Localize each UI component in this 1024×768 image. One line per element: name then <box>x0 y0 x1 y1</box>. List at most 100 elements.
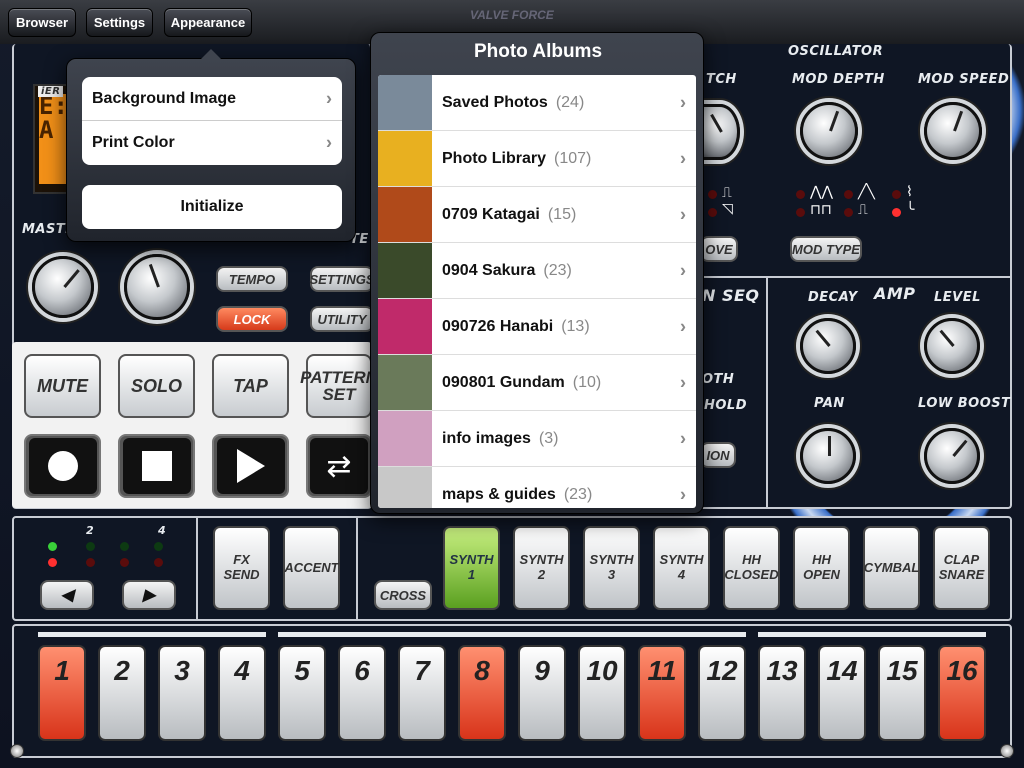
step-button[interactable]: 6 <box>338 645 386 741</box>
step-button[interactable]: 8 <box>458 645 506 741</box>
step-button[interactable]: 4 <box>218 645 266 741</box>
instrument-button[interactable]: CLAP SNARE <box>933 526 990 610</box>
divider <box>766 276 768 509</box>
screw <box>1000 744 1014 758</box>
record-button[interactable] <box>24 434 101 498</box>
settings-button[interactable]: Settings <box>86 8 153 37</box>
album-row[interactable]: 0709 Katagai (15) › <box>378 187 696 243</box>
album-row[interactable]: info images (3) › <box>378 411 696 467</box>
instrument-button[interactable]: SYNTH 3 <box>583 526 640 610</box>
track-number: 4 <box>158 524 167 537</box>
mod-waveform-selector[interactable]: ⋀⋀ ╱╲ ⌇ ⊓⊓ ⎍ ╰ <box>796 183 946 222</box>
browser-button[interactable]: Browser <box>8 8 76 37</box>
level-label: LEVEL <box>934 290 981 305</box>
step-button[interactable]: 3 <box>158 645 206 741</box>
chevron-right-icon: › <box>680 148 686 168</box>
album-row[interactable]: maps & guides (23) › <box>378 467 696 508</box>
step-button[interactable]: 13 <box>758 645 806 741</box>
brand-logo: VALVE FORCE <box>470 8 554 22</box>
pitch-knob[interactable] <box>700 104 740 160</box>
loop-button[interactable]: ⇄ <box>306 434 372 498</box>
utility-button[interactable]: UTILITY <box>310 306 374 332</box>
album-list[interactable]: Saved Photos (24) › Photo Library (107) › 0709… <box>378 75 696 508</box>
step-group-bar <box>758 632 986 637</box>
tempo-button[interactable]: TEMPO <box>216 266 288 292</box>
step-button[interactable]: 9 <box>518 645 566 741</box>
album-thumbnail <box>378 411 432 466</box>
step-button[interactable]: 1 <box>38 645 86 741</box>
step-button[interactable]: 7 <box>398 645 446 741</box>
prev-track-button[interactable]: ◀ <box>40 580 94 610</box>
stop-button[interactable] <box>118 434 195 498</box>
mod-depth-knob[interactable] <box>800 102 858 160</box>
album-name: 090801 Gundam <box>442 373 565 391</box>
album-row[interactable]: 090726 Hanabi (13) › <box>378 299 696 355</box>
instrument-button[interactable]: HH OPEN <box>793 526 850 610</box>
wave-button[interactable]: OVE <box>700 236 738 262</box>
background-image-item[interactable]: Background Image › <box>82 77 342 121</box>
step-button[interactable]: 12 <box>698 645 746 741</box>
tempo-knob[interactable] <box>124 254 190 320</box>
accent-button[interactable]: ACCENT <box>283 526 340 610</box>
solo-button[interactable]: SOLO <box>118 354 195 418</box>
instrument-button[interactable]: SYNTH 1 <box>443 526 500 610</box>
chevron-right-icon: › <box>680 92 686 112</box>
instrument-button[interactable]: SYNTH 4 <box>653 526 710 610</box>
fx-send-button[interactable]: FX SEND <box>213 526 270 610</box>
instrument-button[interactable]: CYMBAL <box>863 526 920 610</box>
tap-button[interactable]: TAP <box>212 354 289 418</box>
pan-knob[interactable] <box>800 428 856 484</box>
step-button[interactable]: 16 <box>938 645 986 741</box>
cross-button[interactable]: CROSS <box>374 580 432 610</box>
album-row[interactable]: Photo Library (107) › <box>378 131 696 187</box>
play-button[interactable] <box>212 434 289 498</box>
low-boost-label: LOW BOOST <box>918 396 1011 411</box>
step-button[interactable]: 2 <box>98 645 146 741</box>
low-boost-knob[interactable] <box>924 428 980 484</box>
album-count: (23) <box>543 261 572 279</box>
album-row[interactable]: 090801 Gundam (10) › <box>378 355 696 411</box>
popover-arrow <box>201 49 221 59</box>
arrow-right-icon: ▶ <box>142 587 156 604</box>
initialize-button[interactable]: Initialize <box>82 185 342 229</box>
decay-label: DECAY <box>808 290 858 305</box>
album-thumbnail <box>378 467 432 508</box>
album-row[interactable]: Saved Photos (24) › <box>378 75 696 131</box>
print-color-item[interactable]: Print Color › <box>82 121 342 165</box>
settings-pill-button[interactable]: SETTINGS <box>310 266 375 292</box>
album-row[interactable]: 0904 Sakura (23) › <box>378 243 696 299</box>
master-volume-knob[interactable] <box>32 256 94 318</box>
album-count: (13) <box>561 317 590 335</box>
waveform-selector[interactable]: ⎍ ◹ <box>708 184 748 218</box>
popover-title: Photo Albums <box>473 41 603 62</box>
smooth-label: OTH <box>702 372 735 387</box>
instrument-button[interactable]: HH CLOSED <box>723 526 780 610</box>
album-name: maps & guides <box>442 485 556 503</box>
chevron-right-icon: › <box>680 428 686 448</box>
track-leds: 2 4 <box>46 524 186 580</box>
step-button[interactable]: 10 <box>578 645 626 741</box>
decay-knob[interactable] <box>800 318 856 374</box>
mute-button[interactable]: MUTE <box>24 354 101 418</box>
background-image-label: Background Image <box>92 89 237 107</box>
mod-depth-label: MOD DEPTH <box>792 72 885 87</box>
step-button[interactable]: 11 <box>638 645 686 741</box>
play-icon <box>236 449 265 483</box>
step-button[interactable]: 14 <box>818 645 866 741</box>
mod-speed-knob[interactable] <box>924 102 982 160</box>
step-button[interactable]: 5 <box>278 645 326 741</box>
instrument-button[interactable]: SYNTH 2 <box>513 526 570 610</box>
loop-icon: ⇄ <box>310 438 368 494</box>
pattern-set-button[interactable]: PATTERN SET <box>300 354 378 418</box>
level-knob[interactable] <box>924 318 980 374</box>
initialize-label: Initialize <box>180 198 244 215</box>
next-track-button[interactable]: ▶ <box>122 580 176 610</box>
mod-type-button[interactable]: MOD TYPE <box>790 236 862 262</box>
lock-button[interactable]: LOCK <box>216 306 288 332</box>
step-group-bar <box>278 632 746 637</box>
ion-button[interactable]: ION <box>700 442 736 468</box>
step-button[interactable]: 15 <box>878 645 926 741</box>
pitch-label: TCH <box>706 72 737 87</box>
album-count: (107) <box>554 149 592 167</box>
appearance-button[interactable]: Appearance <box>164 8 252 37</box>
